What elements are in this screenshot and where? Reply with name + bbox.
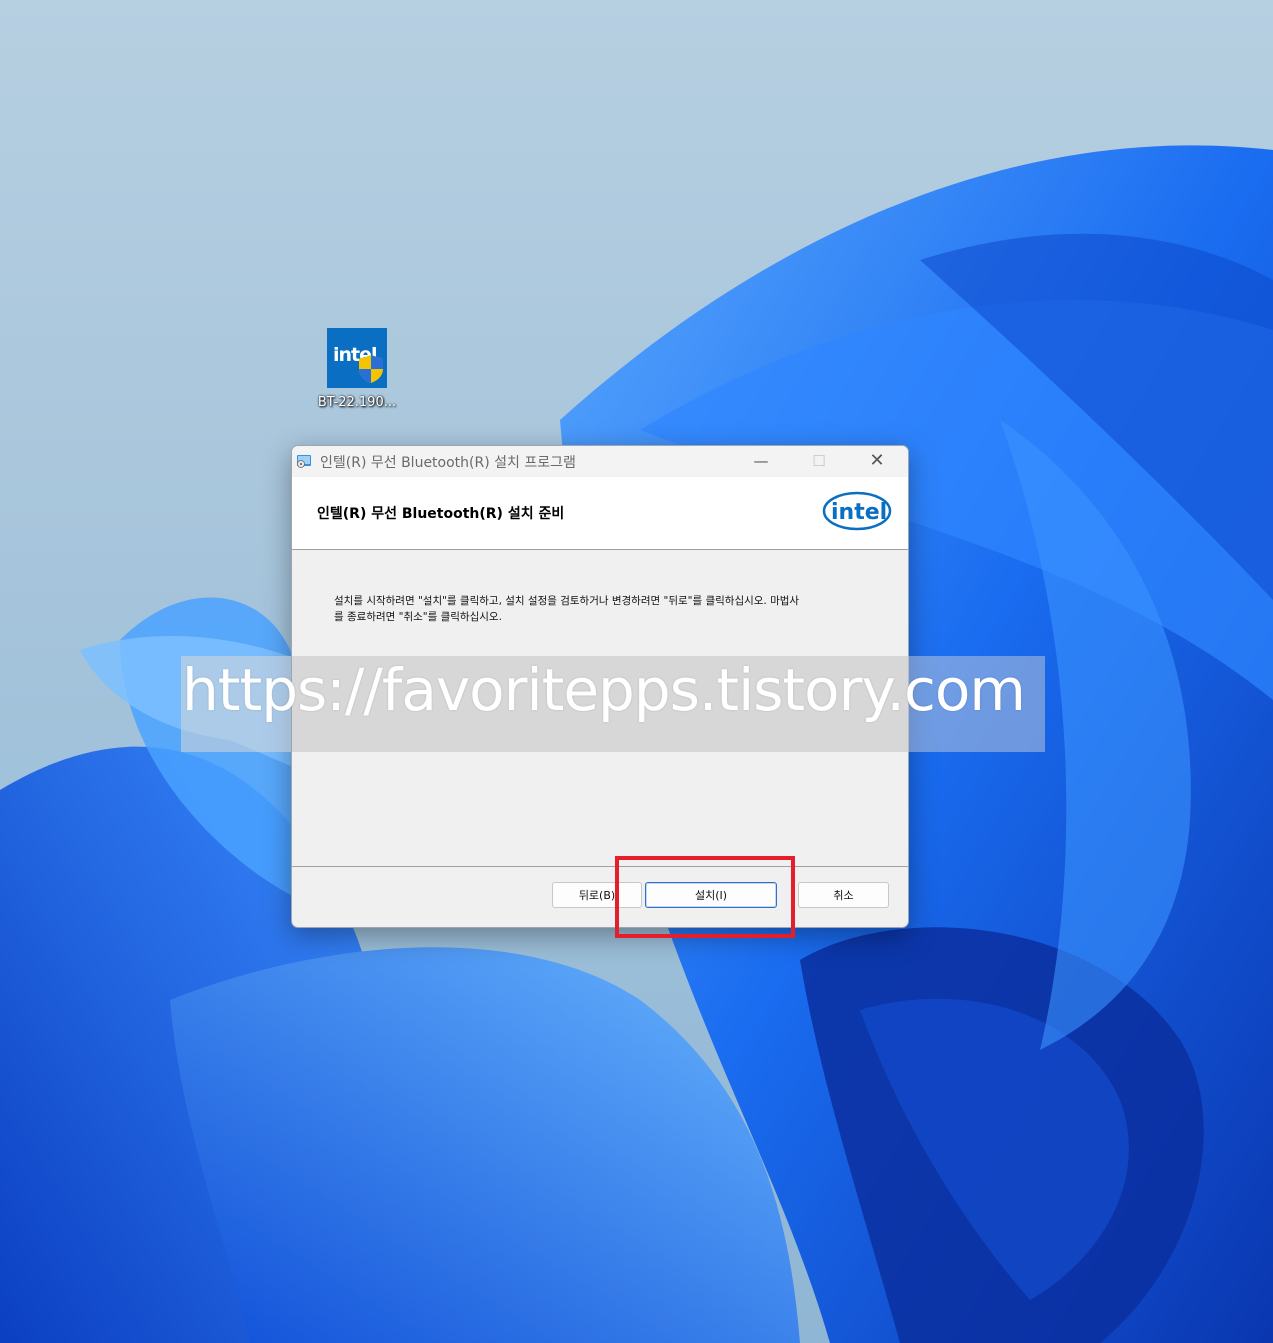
minimize-button[interactable]: —	[738, 446, 784, 476]
watermark-text: https://favoritepps.tistory.com	[182, 656, 1026, 724]
instruction-line-2: 를 종료하려면 "취소"를 클릭하십시오.	[334, 611, 502, 623]
uac-shield-icon	[359, 355, 383, 383]
instruction-line-1: 설치를 시작하려면 "설치"를 클릭하고, 설치 설정을 검토하거나 변경하려면…	[334, 595, 800, 607]
install-button-highlight	[615, 856, 795, 938]
window-title: 인텔(R) 무선 Bluetooth(R) 설치 프로그램	[320, 455, 576, 471]
intel-logo-text: intel	[831, 500, 887, 525]
footer-divider	[292, 866, 908, 867]
instruction-text: 설치를 시작하려면 "설치"를 클릭하고, 설치 설정을 검토하거나 변경하려면…	[334, 593, 874, 625]
maximize-button[interactable]: ☐	[796, 446, 842, 476]
close-button[interactable]: ✕	[854, 446, 900, 476]
header-banner: 인텔(R) 무선 Bluetooth(R) 설치 준비 intel	[292, 477, 908, 550]
page-heading: 인텔(R) 무선 Bluetooth(R) 설치 준비	[317, 506, 565, 522]
desktop-icon-label: BT-22.190...	[317, 395, 397, 410]
title-bar[interactable]: 인텔(R) 무선 Bluetooth(R) 설치 프로그램 — ☐ ✕	[292, 446, 908, 476]
cancel-button[interactable]: 취소	[798, 882, 889, 908]
intel-logo: intel	[822, 491, 892, 531]
desktop-installer-icon[interactable]: intel BT-22.190...	[312, 328, 402, 410]
installer-app-icon	[297, 455, 311, 468]
intel-installer-icon: intel	[327, 328, 387, 388]
